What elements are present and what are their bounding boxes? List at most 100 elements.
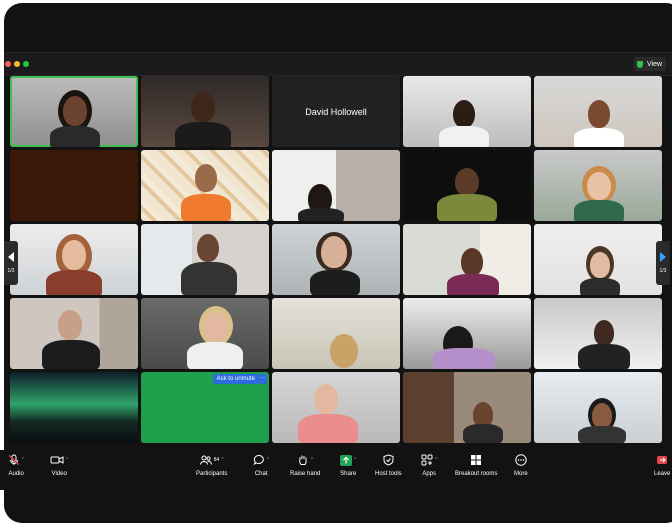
video-tile[interactable] [141,76,269,147]
leave-button[interactable]: Leave [654,454,670,477]
participant-body [298,414,358,443]
raise-hand-button[interactable]: ^ Raise hand [290,454,320,477]
video-tile[interactable] [534,224,662,295]
chevron-up-icon[interactable]: ^ [354,457,356,463]
raise-hand-label: Raise hand [290,471,321,477]
chat-bubble-icon [253,454,264,466]
video-tile[interactable] [272,298,400,369]
participant-body [578,426,626,443]
shield-icon [383,454,394,466]
video-tile[interactable] [272,224,400,295]
participant-head [204,312,228,342]
video-tile[interactable] [272,372,400,443]
participant-head [314,384,338,414]
participant-body [580,278,620,295]
more-button[interactable]: More [514,454,528,477]
video-tile[interactable] [403,224,531,295]
chevron-up-icon[interactable]: ^ [22,457,24,463]
participant-head [62,240,86,270]
participant-body [310,270,360,295]
participant-body [181,194,231,221]
video-tile[interactable] [10,298,138,369]
video-tile[interactable] [10,150,138,221]
participant-head [453,100,475,128]
video-tile[interactable] [141,224,269,295]
chevron-up-icon[interactable]: ^ [221,457,223,463]
participants-count: 84 [213,457,220,463]
apps-icon [421,454,433,466]
video-tile[interactable] [10,76,138,147]
chevron-up-icon[interactable]: ^ [311,457,313,463]
video-tile[interactable]: David Hollowell [272,76,400,147]
participant-head [455,168,479,196]
chevron-left-icon [8,252,14,262]
chevron-up-icon[interactable]: ^ [267,457,269,463]
page-indicator: 1/3 [7,268,15,274]
view-button[interactable]: View [634,57,667,71]
apps-label: Apps [422,471,437,477]
video-tile[interactable] [534,76,662,147]
video-tile[interactable] [403,372,531,443]
participants-button[interactable]: 84 ^ Participants [196,454,227,477]
window-titlebar: View [4,52,672,76]
participant-body [187,342,243,369]
video-tile[interactable] [403,150,531,221]
participant-head [195,164,217,192]
view-label: View [647,60,663,68]
breakout-rooms-button[interactable]: Breakout rooms [455,454,497,477]
video-tile[interactable] [403,76,531,147]
close-window-dot[interactable] [5,61,11,67]
participant-head [587,172,611,200]
participant-body [574,200,624,221]
previous-page-button[interactable]: 1/3 [4,241,18,285]
participant-body [181,262,237,295]
participant-head [191,92,215,122]
audio-label: Audio [8,471,24,477]
participant-body [175,122,231,147]
video-button[interactable]: ^ Video [50,454,68,477]
apps-button[interactable]: ^ Apps [421,454,437,477]
chat-button[interactable]: ^ Chat [253,454,269,477]
video-tile[interactable]: Ask to unmute ··· [141,372,269,443]
page-indicator: 1/3 [659,268,667,274]
chevron-up-icon[interactable]: ^ [435,457,437,463]
video-tile[interactable] [10,224,138,295]
participant-body [439,126,489,147]
host-tools-label: Host tools [375,471,402,477]
participant-body [578,344,630,369]
minimize-window-dot[interactable] [14,61,20,67]
next-page-button[interactable]: 1/3 [656,241,670,285]
participant-head [594,320,614,346]
video-tile[interactable] [534,150,662,221]
participant-body [50,126,100,147]
video-tile[interactable] [272,150,400,221]
video-tile[interactable] [534,372,662,443]
chevron-up-icon[interactable]: ^ [66,457,68,463]
breakout-rooms-label: Breakout rooms [455,471,498,477]
video-tile[interactable] [534,298,662,369]
ask-to-unmute-button[interactable]: Ask to unmute [212,374,259,384]
host-tools-button[interactable]: Host tools [375,454,402,477]
participant-head [58,310,82,340]
chat-label: Chat [254,471,268,477]
participant-hair [330,334,358,368]
video-tile[interactable] [141,150,269,221]
more-options-button[interactable]: ··· [259,374,267,384]
video-tile[interactable] [403,298,531,369]
maximize-window-dot[interactable] [23,61,29,67]
participant-body [433,348,495,369]
share-button[interactable]: ^ Share [340,454,356,477]
participant-body [437,194,497,221]
participant-body [463,424,503,443]
leave-label: Leave [654,471,671,477]
chevron-right-icon [660,252,666,262]
participant-body [46,270,102,295]
participant-body [574,128,624,147]
participant-name: David Hollowell [272,76,400,147]
video-tile[interactable] [10,372,138,443]
video-tile[interactable] [141,298,269,369]
audio-button[interactable]: ^ Audio [8,454,24,477]
leave-icon [657,456,668,464]
participant-head [461,248,483,276]
participant-head [588,100,610,128]
